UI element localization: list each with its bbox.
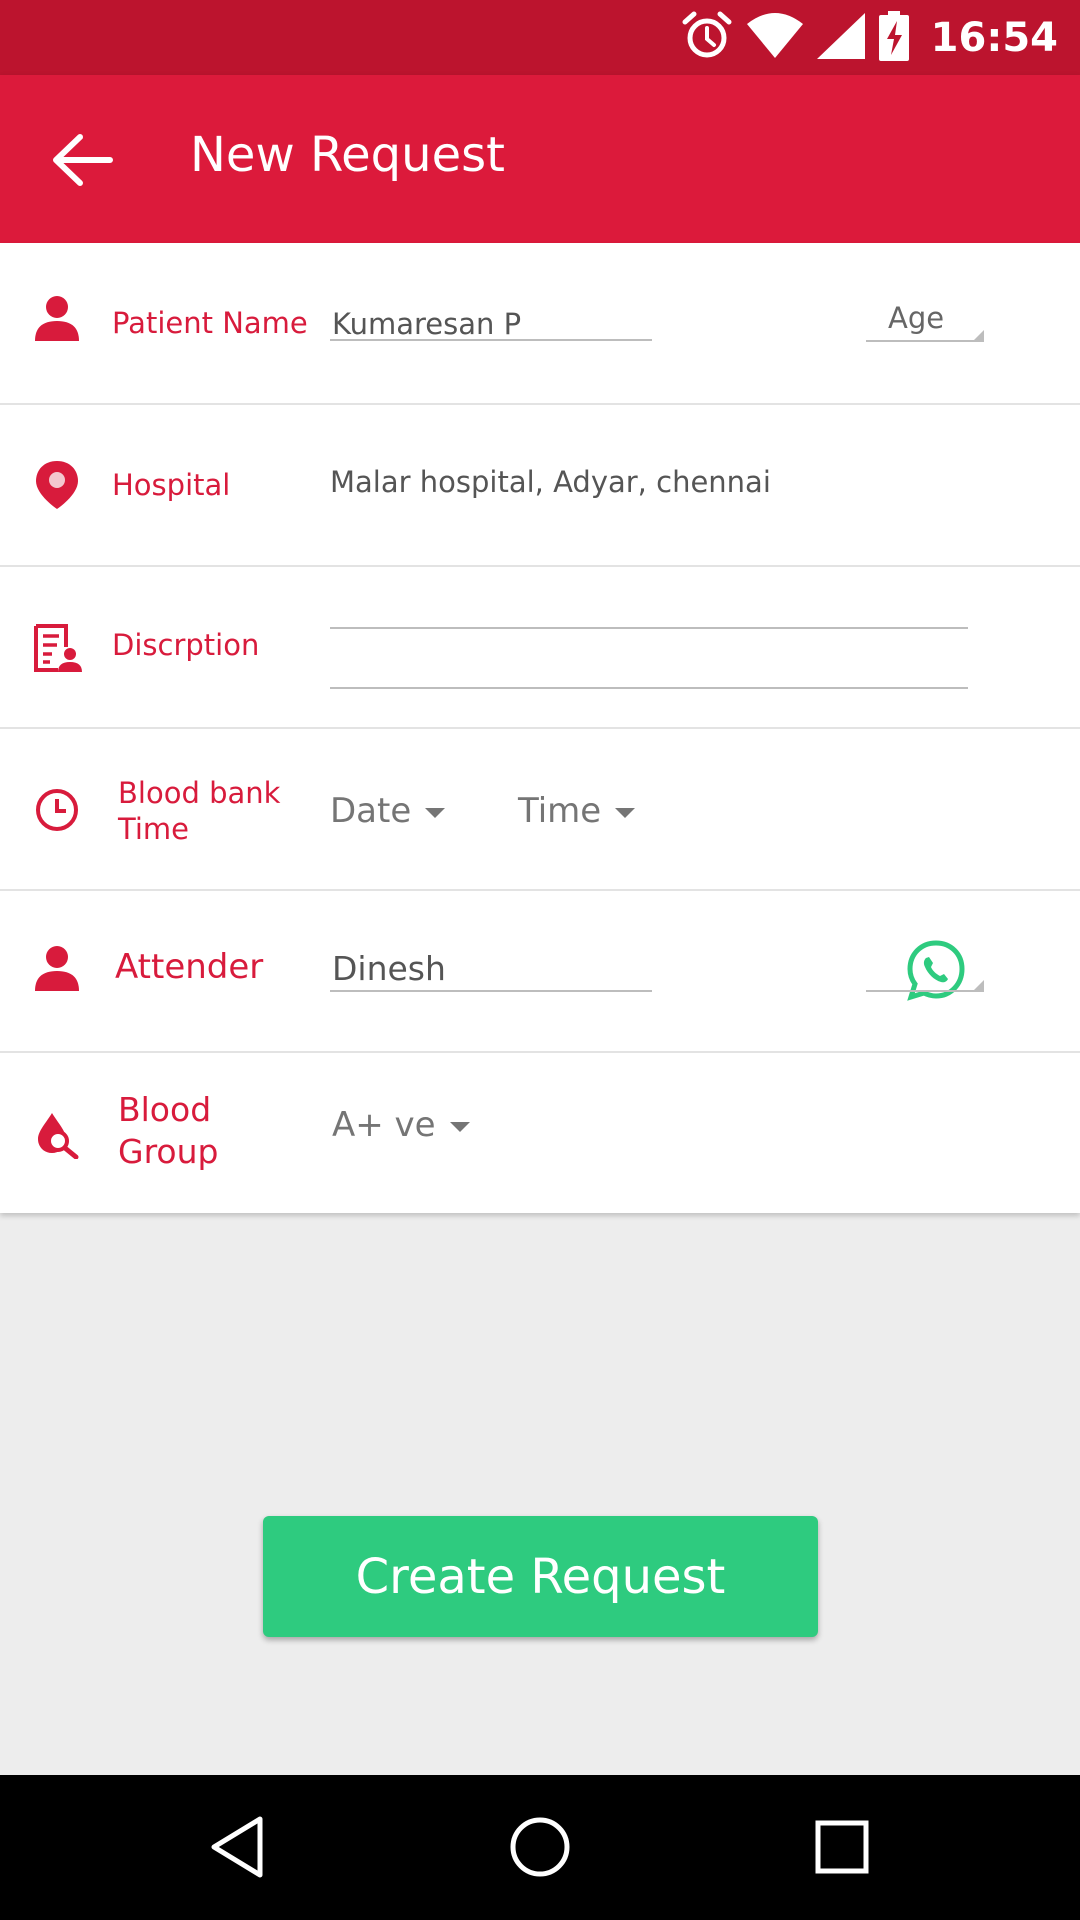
blood-group-label: Blood Group xyxy=(118,1089,218,1173)
alarm-icon xyxy=(681,10,733,66)
arrow-back-icon xyxy=(53,134,113,186)
signal-icon xyxy=(816,12,865,63)
nav-back-icon[interactable] xyxy=(200,1807,280,1887)
person-icon xyxy=(35,946,79,991)
hospital-row: Hospital Malar hospital, Adyar, chennai xyxy=(0,405,1080,567)
description-row: Discrption xyxy=(0,567,1080,729)
page-title: New Request xyxy=(190,127,505,183)
nav-recents-icon[interactable] xyxy=(802,1807,882,1887)
date-dropdown-label: Date xyxy=(330,791,412,831)
attender-underline xyxy=(330,990,652,992)
date-dropdown[interactable]: Date xyxy=(330,791,446,831)
back-button[interactable] xyxy=(48,125,118,195)
patient-name-label: Patient Name xyxy=(112,306,308,340)
chevron-down-icon xyxy=(615,807,636,818)
status-bar: 16:54 xyxy=(0,0,1080,75)
whatsapp-dropdown-corner xyxy=(972,980,984,992)
attender-row: Attender Dinesh xyxy=(0,891,1080,1053)
time-dropdown-label: Time xyxy=(518,791,602,831)
clock-icon xyxy=(36,789,78,831)
chevron-down-icon xyxy=(425,807,446,818)
create-request-button[interactable]: Create Request xyxy=(263,1516,818,1637)
nav-home-icon[interactable] xyxy=(500,1807,580,1887)
whatsapp-underline xyxy=(866,990,984,992)
age-underline xyxy=(866,340,984,342)
location-pin-icon xyxy=(36,461,78,509)
status-icons: 16:54 xyxy=(681,0,1058,75)
blood-group-label-line2: Group xyxy=(118,1132,219,1171)
time-dropdown[interactable]: Time xyxy=(518,791,636,831)
description-underline-2 xyxy=(330,687,968,689)
navigation-bar xyxy=(0,1775,1080,1920)
request-form: Patient Name Kumaresan P Age Hospital Ma… xyxy=(0,243,1080,1213)
age-dropdown-corner xyxy=(972,330,984,342)
blood-bank-time-label: Blood bank Time xyxy=(118,775,280,847)
blood-group-dropdown[interactable]: A+ ve xyxy=(332,1105,470,1145)
person-icon xyxy=(35,296,79,341)
age-input[interactable]: Age xyxy=(888,301,944,335)
hospital-label: Hospital xyxy=(112,468,231,502)
app-bar: New Request xyxy=(0,75,1080,243)
description-label: Discrption xyxy=(112,628,260,662)
status-time: 16:54 xyxy=(930,14,1058,61)
wifi-icon xyxy=(746,12,803,64)
patient-name-underline xyxy=(330,339,652,341)
patient-row: Patient Name Kumaresan P Age xyxy=(0,243,1080,405)
attender-input[interactable]: Dinesh xyxy=(332,949,446,988)
blood-bank-time-row: Blood bank Time Date Time xyxy=(0,729,1080,891)
blood-bank-label-line1: Blood bank xyxy=(118,776,281,810)
document-person-icon xyxy=(34,624,82,672)
patient-name-input[interactable]: Kumaresan P xyxy=(332,307,521,341)
blood-bank-label-line2: Time xyxy=(118,812,189,846)
chevron-down-icon xyxy=(449,1121,470,1132)
blood-group-label-line1: Blood xyxy=(118,1090,212,1129)
description-underline-1 xyxy=(330,627,968,629)
hospital-value[interactable]: Malar hospital, Adyar, chennai xyxy=(330,465,771,499)
blood-group-row: Blood Group A+ ve xyxy=(0,1053,1080,1213)
blood-group-value: A+ ve xyxy=(332,1105,436,1145)
blood-drop-search-icon xyxy=(38,1113,79,1159)
battery-charging-icon xyxy=(878,10,909,65)
attender-label: Attender xyxy=(115,947,264,987)
